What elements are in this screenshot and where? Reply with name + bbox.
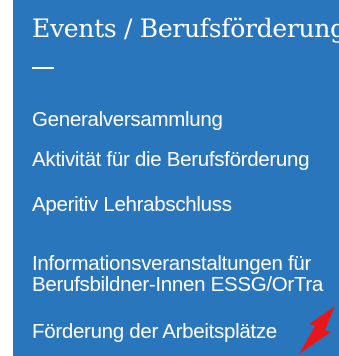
menu-item-foerderung-arbeitsplaetze[interactable]: Förderung der Arbeitsplätze bbox=[32, 321, 277, 342]
menu-item-aperitiv-lehrabschluss[interactable]: Aperitiv Lehrabschluss bbox=[32, 194, 232, 215]
events-sidebar-panel: Events / Berufsförderung Generalversamml… bbox=[13, 0, 339, 356]
menu-item-generalversammlung[interactable]: Generalversammlung bbox=[32, 109, 223, 130]
menu-item-label-line2: Berufsbildner-Innen ESSG/OrTra bbox=[32, 273, 324, 296]
panel-title: Events / Berufsförderung bbox=[32, 14, 339, 43]
menu-item-aktivitaet-berufsfoerderung[interactable]: Aktivität für die Berufsförderung bbox=[32, 149, 310, 170]
menu-item-informationsveranstaltungen[interactable]: Informationsveranstaltungen für Berufsbi… bbox=[32, 253, 323, 295]
red-arrow-icon bbox=[299, 306, 335, 354]
title-divider bbox=[32, 67, 54, 69]
menu-item-label-line1: Informationsveranstaltungen für bbox=[32, 252, 312, 275]
